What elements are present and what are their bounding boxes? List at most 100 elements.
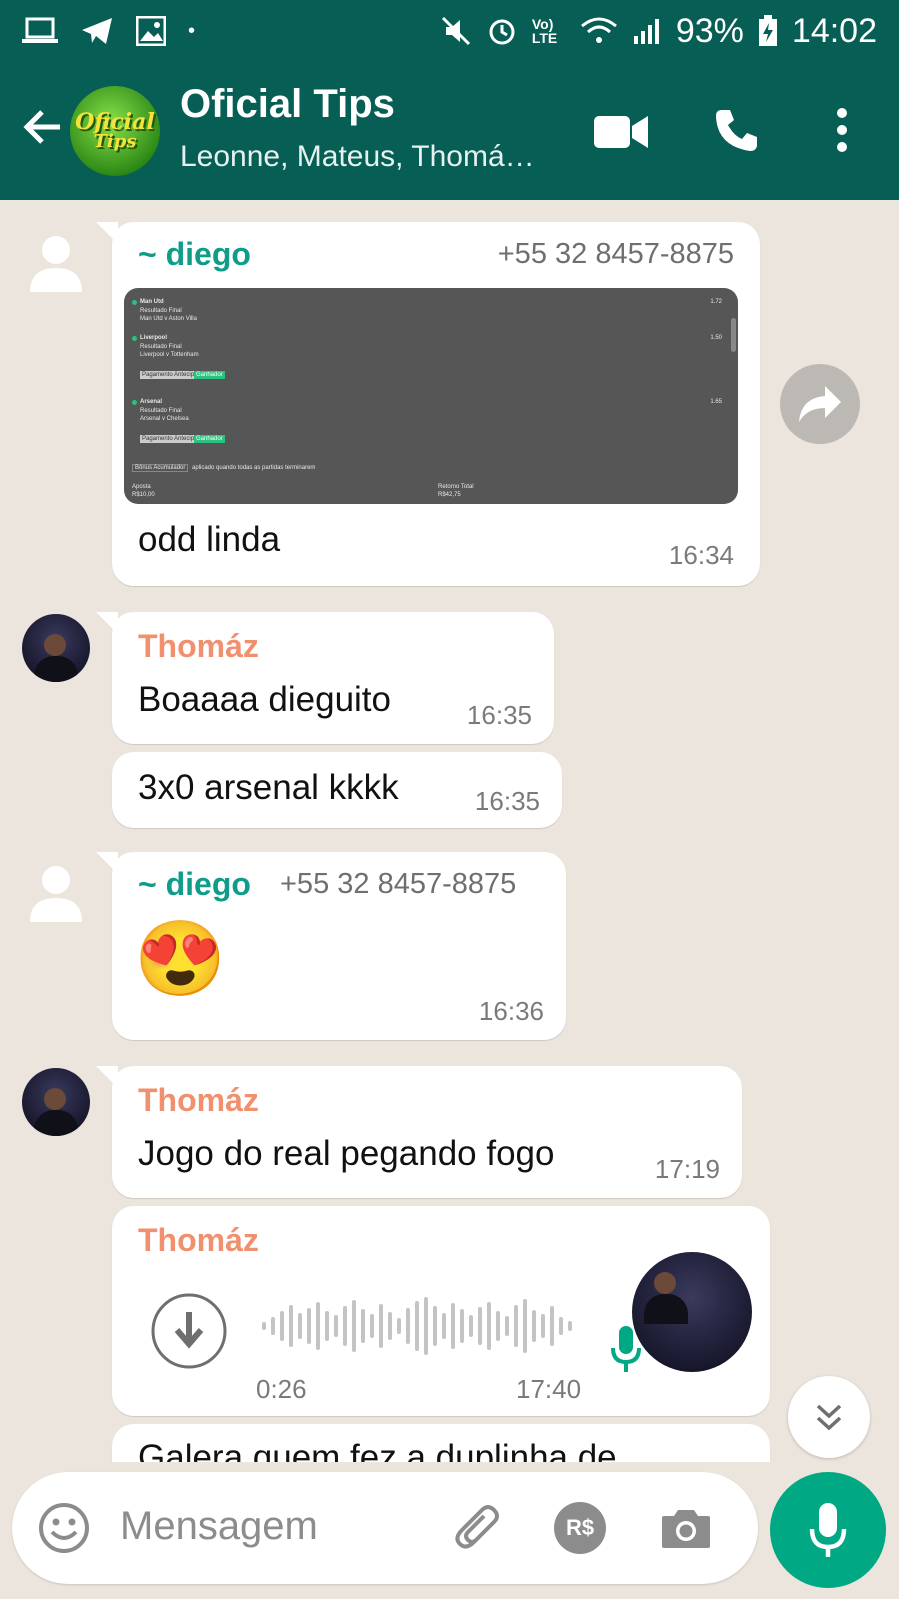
sender-name[interactable]: ~ diego	[138, 866, 251, 903]
sender-name[interactable]: Thomáz	[138, 1222, 259, 1259]
waveform-bar	[298, 1313, 302, 1339]
message-text: Jogo do real pegando fogo	[138, 1134, 555, 1173]
mic-button[interactable]	[770, 1472, 886, 1588]
avatar-logo-bottom: Tips	[93, 131, 137, 152]
message-time: 16:34	[668, 540, 734, 570]
message-bubble[interactable]: ~ diego +55 32 8457-8875 😍 16:36	[96, 852, 566, 1040]
dot-icon: •	[188, 19, 196, 42]
laptop-icon	[22, 17, 58, 43]
alarm-icon	[489, 19, 515, 45]
waveform-bar	[316, 1302, 320, 1350]
bubble-tail	[96, 612, 118, 634]
message-text: odd linda	[138, 520, 281, 559]
menu-more-icon[interactable]	[835, 107, 849, 153]
waveform-bar	[460, 1309, 464, 1343]
image-icon	[136, 16, 166, 46]
download-icon[interactable]	[150, 1292, 228, 1370]
message-text: Boaaaa dieguito	[138, 680, 391, 719]
sender-name[interactable]: ~ diego	[138, 236, 251, 273]
bet-odd: 1.50	[710, 335, 722, 341]
waveform-bar	[370, 1314, 374, 1338]
waveform-bar	[424, 1297, 428, 1355]
scroll-down-button[interactable]	[788, 1376, 870, 1458]
waveform-bar	[325, 1311, 329, 1341]
bonus-label: Bônus Acumulador	[132, 464, 189, 472]
waveform-bar	[433, 1306, 437, 1346]
waveform-bar	[550, 1306, 554, 1346]
bet-market: Resultado Final	[140, 308, 182, 314]
bet-team: Arsenal	[140, 399, 163, 405]
bet-odd: 1.65	[710, 399, 722, 405]
message-bubble[interactable]: ~ diego +55 32 8457-8875 Man Utd Resulta…	[96, 222, 760, 586]
chat-header: Oficial Tips Oficial Tips Leonne, Mateus…	[0, 62, 899, 200]
bet-screenshot-image[interactable]: Man Utd Resultado Final Man Utd v Aston …	[124, 288, 738, 504]
check-icon	[132, 336, 137, 341]
emoji-icon[interactable]	[38, 1502, 90, 1554]
scrollbar	[731, 318, 736, 352]
bet-match: Arsenal v Chelsea	[140, 416, 189, 422]
battery-percent: 93%	[675, 11, 744, 50]
message-bubble[interactable]: Thomáz Jogo do real pegando fogo 17:19	[96, 1066, 742, 1198]
video-call-icon[interactable]	[594, 114, 648, 150]
wifi-icon	[580, 17, 617, 43]
back-arrow-icon[interactable]	[18, 102, 68, 152]
voice-call-icon[interactable]	[712, 106, 760, 154]
default-contact-avatar-icon[interactable]	[22, 860, 90, 928]
message-input[interactable]: Mensagem	[120, 1504, 318, 1549]
sender-phone: +55 32 8457-8875	[280, 868, 517, 900]
bet-market: Resultado Final	[140, 344, 182, 350]
waveform-bar	[442, 1313, 446, 1339]
group-avatar[interactable]: Oficial Tips	[70, 86, 160, 176]
voice-sender-avatar	[632, 1252, 752, 1372]
payment-button[interactable]: R$	[554, 1502, 606, 1554]
thomaz-avatar[interactable]	[22, 614, 90, 682]
waveform-bar	[388, 1312, 392, 1340]
default-contact-avatar-icon[interactable]	[22, 230, 90, 298]
avatar-logo-top: Oficial	[75, 109, 155, 135]
bubble-tail	[96, 1066, 118, 1088]
waveform-bar	[523, 1299, 527, 1353]
bet-match: Liverpool v Tottenham	[140, 352, 199, 358]
return-label: Retorno Total	[438, 484, 474, 490]
mute-icon	[441, 16, 470, 46]
message-input-bar[interactable]: Mensagem R$	[12, 1472, 758, 1584]
sender-name[interactable]: Thomáz	[138, 628, 259, 665]
message-text: Galera quem fez a duplinha de	[138, 1438, 617, 1462]
thomaz-avatar[interactable]	[22, 1068, 90, 1136]
chat-area[interactable]: ~ diego +55 32 8457-8875 Man Utd Resulta…	[0, 200, 899, 1462]
waveform-bar	[532, 1310, 536, 1342]
group-title[interactable]: Oficial Tips	[180, 82, 395, 127]
bubble-tail	[96, 222, 118, 244]
waveform-bar	[487, 1302, 491, 1350]
waveform-bar	[568, 1321, 572, 1331]
bonus-note: aplicado quando todas as partidas termin…	[192, 465, 316, 471]
tag-winner: Ganhador	[194, 371, 225, 379]
double-chevron-down-icon	[816, 1404, 842, 1431]
message-time: 16:35	[474, 786, 540, 816]
signal-icon	[633, 19, 659, 44]
forward-button[interactable]	[780, 364, 860, 444]
waveform-bar	[559, 1317, 563, 1335]
mic-icon	[809, 1503, 847, 1557]
waveform-bar	[469, 1315, 473, 1337]
message-bubble[interactable]: 3x0 arsenal kkkk 16:35	[112, 752, 562, 828]
network-label: Vo) LTE	[531, 16, 558, 46]
clock: 14:02	[791, 11, 877, 50]
waveform-bar	[451, 1303, 455, 1349]
camera-icon[interactable]	[660, 1506, 712, 1550]
audio-waveform[interactable]	[262, 1296, 572, 1356]
group-members[interactable]: Leonne, Mateus, Thomá…	[180, 140, 535, 174]
sender-phone: +55 32 8457-8875	[497, 238, 734, 270]
attach-icon[interactable]	[452, 1502, 504, 1554]
waveform-bar	[406, 1308, 410, 1344]
sender-name[interactable]: Thomáz	[138, 1082, 259, 1119]
waveform-bar	[352, 1300, 356, 1352]
bet-market: Resultado Final	[140, 408, 182, 414]
waveform-bar	[361, 1309, 365, 1343]
waveform-bar	[478, 1307, 482, 1345]
waveform-bar	[379, 1304, 383, 1348]
message-bubble[interactable]: Thomáz Boaaaa dieguito 16:35	[96, 612, 554, 744]
stake-label: Aposta	[132, 484, 151, 490]
voice-message-bubble[interactable]: Thomáz 0:26 17:40	[112, 1206, 770, 1416]
message-bubble[interactable]: Galera quem fez a duplinha de	[112, 1424, 770, 1462]
